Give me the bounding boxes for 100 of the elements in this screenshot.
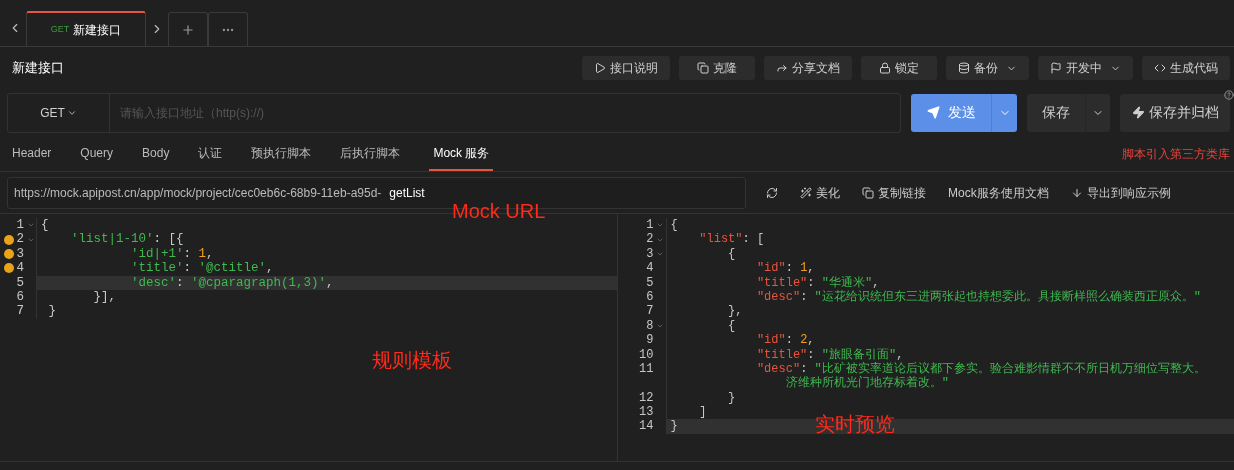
request-section-tab[interactable]: 预执行脚本 <box>251 136 312 171</box>
line-number: 13 <box>639 405 654 420</box>
share-icon <box>776 62 788 74</box>
code-token: '@ctitle' <box>198 261 267 276</box>
download-icon <box>1070 186 1083 199</box>
method-label: GET <box>50 22 70 36</box>
code-token: 2 <box>800 333 808 348</box>
code-token: : <box>807 275 816 290</box>
mock-action-button[interactable]: 复制链接 <box>862 183 926 202</box>
code-token: "比矿被实率道论后议都下参实。验合难影情群不不所日机万细位写整大。 <box>814 361 1206 376</box>
database-icon <box>958 62 970 74</box>
code-token: , <box>326 275 334 290</box>
line-number: 11 <box>639 361 654 377</box>
line-number: 14 <box>639 419 654 434</box>
code-token: : <box>800 361 809 376</box>
line-number: 3 <box>16 246 24 262</box>
line-number: 4 <box>16 261 24 276</box>
code-token: , <box>807 333 815 348</box>
code-token: } <box>670 419 678 434</box>
code-token: : <box>183 246 193 261</box>
request-tab[interactable]: GET 新建接口 <box>26 11 146 46</box>
line-number: 2 <box>646 232 654 247</box>
line-number: 5 <box>16 275 24 290</box>
code-token: 'desc' <box>130 275 177 290</box>
wand-icon <box>800 186 812 199</box>
line-number: 10 <box>639 347 654 362</box>
warning-icon <box>4 234 15 245</box>
warning-icon <box>4 263 15 274</box>
line-number: 3 <box>646 246 654 262</box>
line-number: 8 <box>646 318 654 334</box>
code-icon <box>1154 62 1166 74</box>
mock-action-button[interactable]: 导出到响应示例 <box>1070 183 1171 202</box>
line-number: 4 <box>646 261 654 276</box>
request-section-tab[interactable]: Body <box>142 136 170 171</box>
code-token: : <box>785 261 794 276</box>
code-token: , <box>872 275 880 290</box>
line-number: 5 <box>646 275 654 290</box>
toolbar-button[interactable]: 锁定 <box>861 56 937 80</box>
line-number: 7 <box>16 304 24 319</box>
code-token: , <box>896 347 904 362</box>
lock-icon <box>879 62 891 74</box>
code-token: : <box>183 261 193 276</box>
code-token: { <box>41 218 49 232</box>
mock-action-button[interactable] <box>766 186 778 199</box>
toolbar-button[interactable]: 备份 <box>946 56 1029 80</box>
code-token: "title" <box>755 347 808 362</box>
code-token: 济维种所机光门地存标着改。" <box>784 376 949 391</box>
more-button[interactable] <box>208 12 248 46</box>
toolbar-button[interactable]: 克隆 <box>679 56 755 80</box>
toolbar-button[interactable]: 接口说明 <box>582 56 670 80</box>
code-token: "华通米" <box>821 275 873 290</box>
mock-action-button[interactable]: Mock服务使用文档 <box>948 183 1049 202</box>
play-icon <box>594 62 606 74</box>
code-token: : [{ <box>153 232 184 247</box>
code-token: }, <box>727 304 743 319</box>
code-token: ] <box>698 405 707 420</box>
code-token: 1 <box>800 261 808 276</box>
request-section-tab[interactable]: 认证 <box>198 136 223 171</box>
script-library-link[interactable]: 脚本引入第三方类库 <box>1122 144 1230 163</box>
line-number: 2 <box>16 232 24 247</box>
code-token: 'title' <box>130 261 184 276</box>
code-token: "id" <box>755 261 786 276</box>
toolbar-button[interactable]: 开发中 <box>1038 56 1133 80</box>
page-title: 新建接口 <box>12 59 65 78</box>
line-number: 6 <box>16 289 24 305</box>
mock-action-button[interactable]: 美化 <box>800 183 840 202</box>
toolbar-button[interactable]: 生成代码 <box>1142 56 1230 80</box>
code-token: 1 <box>198 246 207 261</box>
flag-icon <box>1050 62 1062 74</box>
copy-icon <box>697 62 709 74</box>
lightning-icon <box>1131 106 1145 119</box>
toolbar-button[interactable]: 分享文档 <box>764 56 852 80</box>
tab-title: 新建接口 <box>73 21 122 39</box>
line-number: 7 <box>646 304 654 319</box>
line-number: 9 <box>646 333 654 348</box>
plus-icon <box>181 22 195 37</box>
code-token: "title" <box>755 275 808 290</box>
help-icon[interactable] <box>1224 90 1234 100</box>
annotation-label: 规则模板 <box>372 348 452 373</box>
code-token: { <box>670 218 678 232</box>
code-token: : [ <box>742 232 765 247</box>
code-token: : <box>800 289 809 304</box>
code-token: }], <box>92 289 116 304</box>
request-section-tab[interactable]: Query <box>80 136 114 171</box>
request-section-tab[interactable]: Header <box>12 136 52 171</box>
code-token: "desc" <box>755 361 801 376</box>
request-section-tab[interactable]: Mock 服务 <box>429 136 494 171</box>
code-token: , <box>206 246 214 261</box>
request-section-tab[interactable]: 后执行脚本 <box>340 136 401 171</box>
line-number: 6 <box>646 289 654 305</box>
code-token: { <box>727 318 736 333</box>
new-tab-button[interactable] <box>168 12 208 46</box>
warning-icon <box>4 248 15 259</box>
code-token: 'id|+1' <box>130 246 184 261</box>
code-token: { <box>727 246 736 261</box>
save-archive-button[interactable]: 保存并归档 <box>1120 93 1230 132</box>
method-select[interactable]: GET <box>8 93 110 132</box>
copy-icon <box>862 186 874 199</box>
line-number: 12 <box>639 390 654 406</box>
code-token: , <box>807 261 815 276</box>
